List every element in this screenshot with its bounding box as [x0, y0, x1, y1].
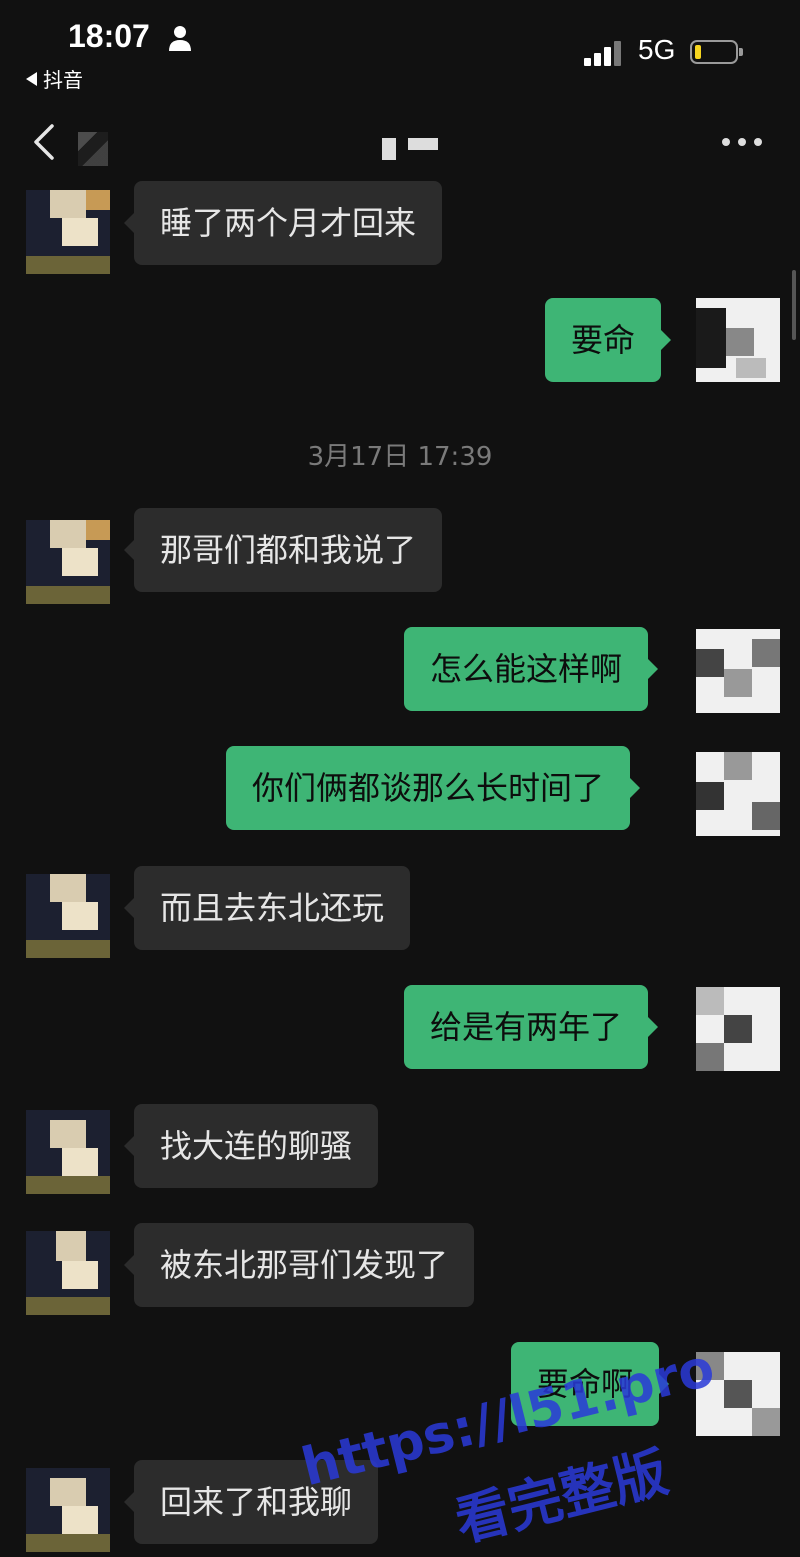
message-bubble[interactable]: 被东北那哥们发现了 — [123, 1223, 475, 1307]
my-avatar[interactable] — [696, 298, 780, 382]
header-avatar — [78, 132, 108, 166]
status-bar: 18:07 抖音 5G — [0, 0, 800, 100]
signal-icon — [584, 40, 628, 66]
back-triangle-icon — [26, 72, 37, 86]
message-bubble[interactable]: 而且去东北还玩 — [123, 866, 411, 950]
message-bubble[interactable]: 你们俩都谈那么长时间了 — [226, 746, 641, 830]
person-icon — [169, 26, 191, 51]
message-bubble[interactable]: 找大连的聊骚 — [123, 1104, 379, 1188]
message-bubble[interactable]: 睡了两个月才回来 — [123, 181, 443, 265]
my-avatar[interactable] — [696, 752, 780, 836]
network-type: 5G — [638, 34, 676, 65]
contact-avatar[interactable] — [26, 1468, 110, 1552]
chat-timestamp: 3月17日 17:39 — [307, 442, 493, 472]
status-time: 18:07 — [68, 18, 150, 54]
message-bubble[interactable]: 要命 — [545, 298, 672, 382]
battery-icon — [690, 40, 743, 64]
contact-avatar[interactable] — [26, 1110, 110, 1194]
message-bubble[interactable]: 那哥们都和我说了 — [123, 508, 443, 592]
contact-avatar[interactable] — [26, 190, 110, 274]
my-avatar[interactable] — [696, 629, 780, 713]
back-app-label: 抖音 — [43, 68, 83, 92]
message-bubble[interactable]: 给是有两年了 — [404, 985, 659, 1069]
chat-title-redacted — [382, 136, 442, 162]
chat-header — [0, 100, 800, 186]
contact-avatar[interactable] — [26, 1231, 110, 1315]
message-bubble[interactable]: 怎么能这样啊 — [404, 627, 659, 711]
contact-avatar[interactable] — [26, 874, 110, 958]
ellipsis-icon[interactable] — [722, 138, 762, 148]
contact-avatar[interactable] — [26, 520, 110, 604]
scrollbar[interactable] — [792, 270, 796, 340]
chevron-left-icon[interactable] — [30, 122, 60, 162]
back-to-app-link[interactable]: 抖音 — [26, 64, 83, 93]
my-avatar[interactable] — [696, 987, 780, 1071]
